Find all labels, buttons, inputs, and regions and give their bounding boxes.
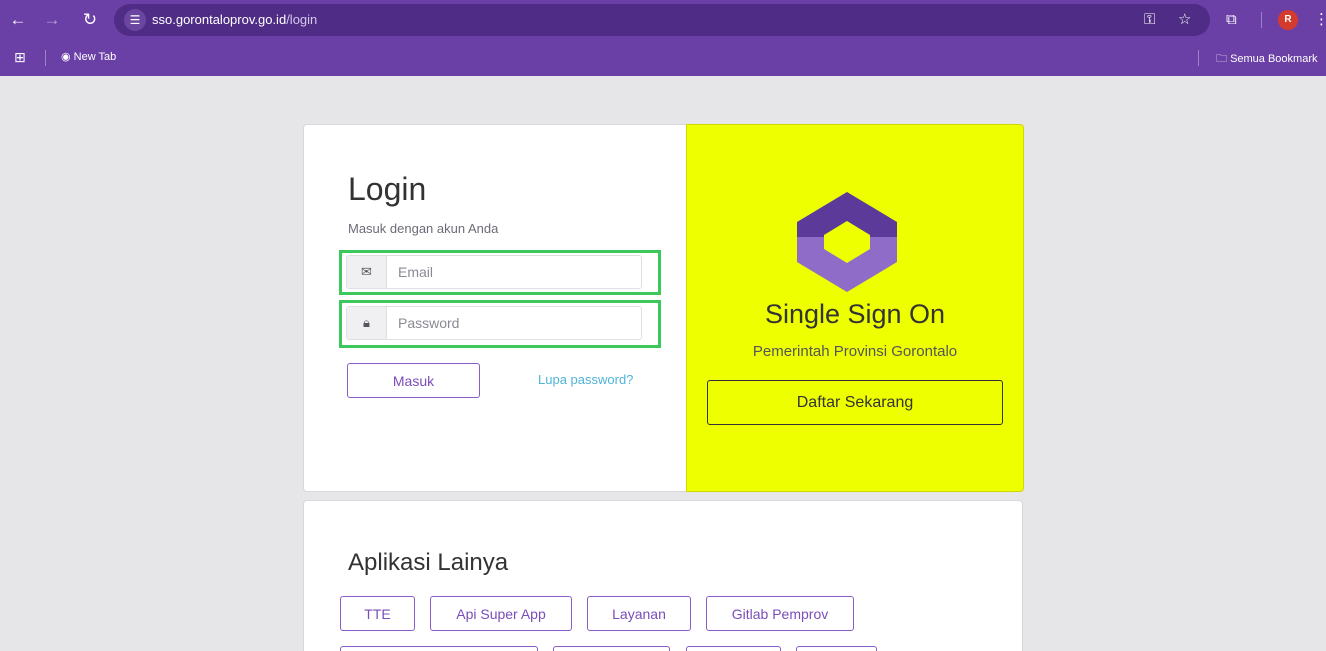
toolbar-separator: [1261, 12, 1262, 28]
apps-grid-icon[interactable]: ⊞: [14, 49, 26, 66]
sso-card: Single Sign On Pemerintah Provinsi Goron…: [686, 124, 1024, 492]
email-field[interactable]: ✉: [346, 255, 642, 289]
all-bookmarks[interactable]: 🗀 Semua Bookmark: [1216, 50, 1318, 69]
globe-icon: ◉: [61, 51, 71, 63]
app-button[interactable]: [796, 646, 877, 651]
sso-logo: [797, 192, 897, 292]
url-host: sso.gorontaloprov.go.id: [152, 12, 287, 27]
address-bar[interactable]: ☰ sso.gorontaloprov.go.id/login ⚿ ☆: [114, 4, 1210, 36]
browser-toolbar: ← → ↻ ☰ sso.gorontaloprov.go.id/login ⚿ …: [0, 0, 1326, 40]
apps-title: Aplikasi Lainya: [348, 549, 509, 576]
url-text[interactable]: sso.gorontaloprov.go.id/login: [152, 12, 317, 27]
extensions-icon[interactable]: ⧉: [1226, 8, 1237, 32]
bookmark-new-tab[interactable]: ◉ New Tab: [61, 50, 116, 63]
lock-icon: 🔒︎: [347, 307, 387, 339]
all-bookmarks-label: Semua Bookmark: [1230, 53, 1318, 65]
app-button-api-super-app[interactable]: Api Super App: [430, 596, 572, 631]
bookmarks-separator: [1198, 50, 1199, 66]
bookmark-new-tab-label: New Tab: [73, 51, 117, 63]
envelope-icon: ✉: [347, 256, 387, 288]
bookmarks-bar: ⊞ ◉ New Tab 🗀 Semua Bookmark: [0, 40, 1326, 76]
url-path: /login: [286, 12, 318, 27]
app-button[interactable]: [340, 646, 538, 651]
back-icon[interactable]: ←: [6, 8, 30, 32]
email-input[interactable]: [387, 256, 641, 288]
folder-icon: 🗀: [1216, 53, 1227, 65]
app-button[interactable]: [686, 646, 781, 651]
reload-icon[interactable]: ↻: [78, 8, 102, 32]
sso-subtitle: Pemerintah Provinsi Gorontalo: [752, 343, 958, 360]
key-icon[interactable]: ⚿: [1144, 10, 1155, 30]
bookmarks-separator: [45, 50, 46, 66]
register-button[interactable]: Daftar Sekarang: [707, 380, 1003, 425]
login-title: Login: [348, 171, 427, 207]
forward-icon[interactable]: →: [40, 8, 64, 32]
menu-icon[interactable]: ⋮: [1314, 8, 1326, 32]
app-button-gitlab-pemprov[interactable]: Gitlab Pemprov: [706, 596, 854, 631]
password-input[interactable]: [387, 307, 641, 339]
site-settings-icon[interactable]: ☰: [124, 9, 146, 31]
login-subtitle: Masuk dengan akun Anda: [348, 221, 499, 236]
app-button-tte[interactable]: TTE: [340, 596, 415, 631]
forgot-password-link[interactable]: Lupa password?: [538, 372, 633, 387]
password-field[interactable]: 🔒︎: [346, 306, 642, 340]
app-button-layanan[interactable]: Layanan: [587, 596, 691, 631]
login-button[interactable]: Masuk: [347, 363, 480, 398]
app-button[interactable]: [553, 646, 670, 651]
star-icon[interactable]: ☆: [1178, 10, 1191, 30]
avatar[interactable]: R: [1278, 10, 1298, 30]
sso-title: Single Sign On: [764, 299, 946, 329]
